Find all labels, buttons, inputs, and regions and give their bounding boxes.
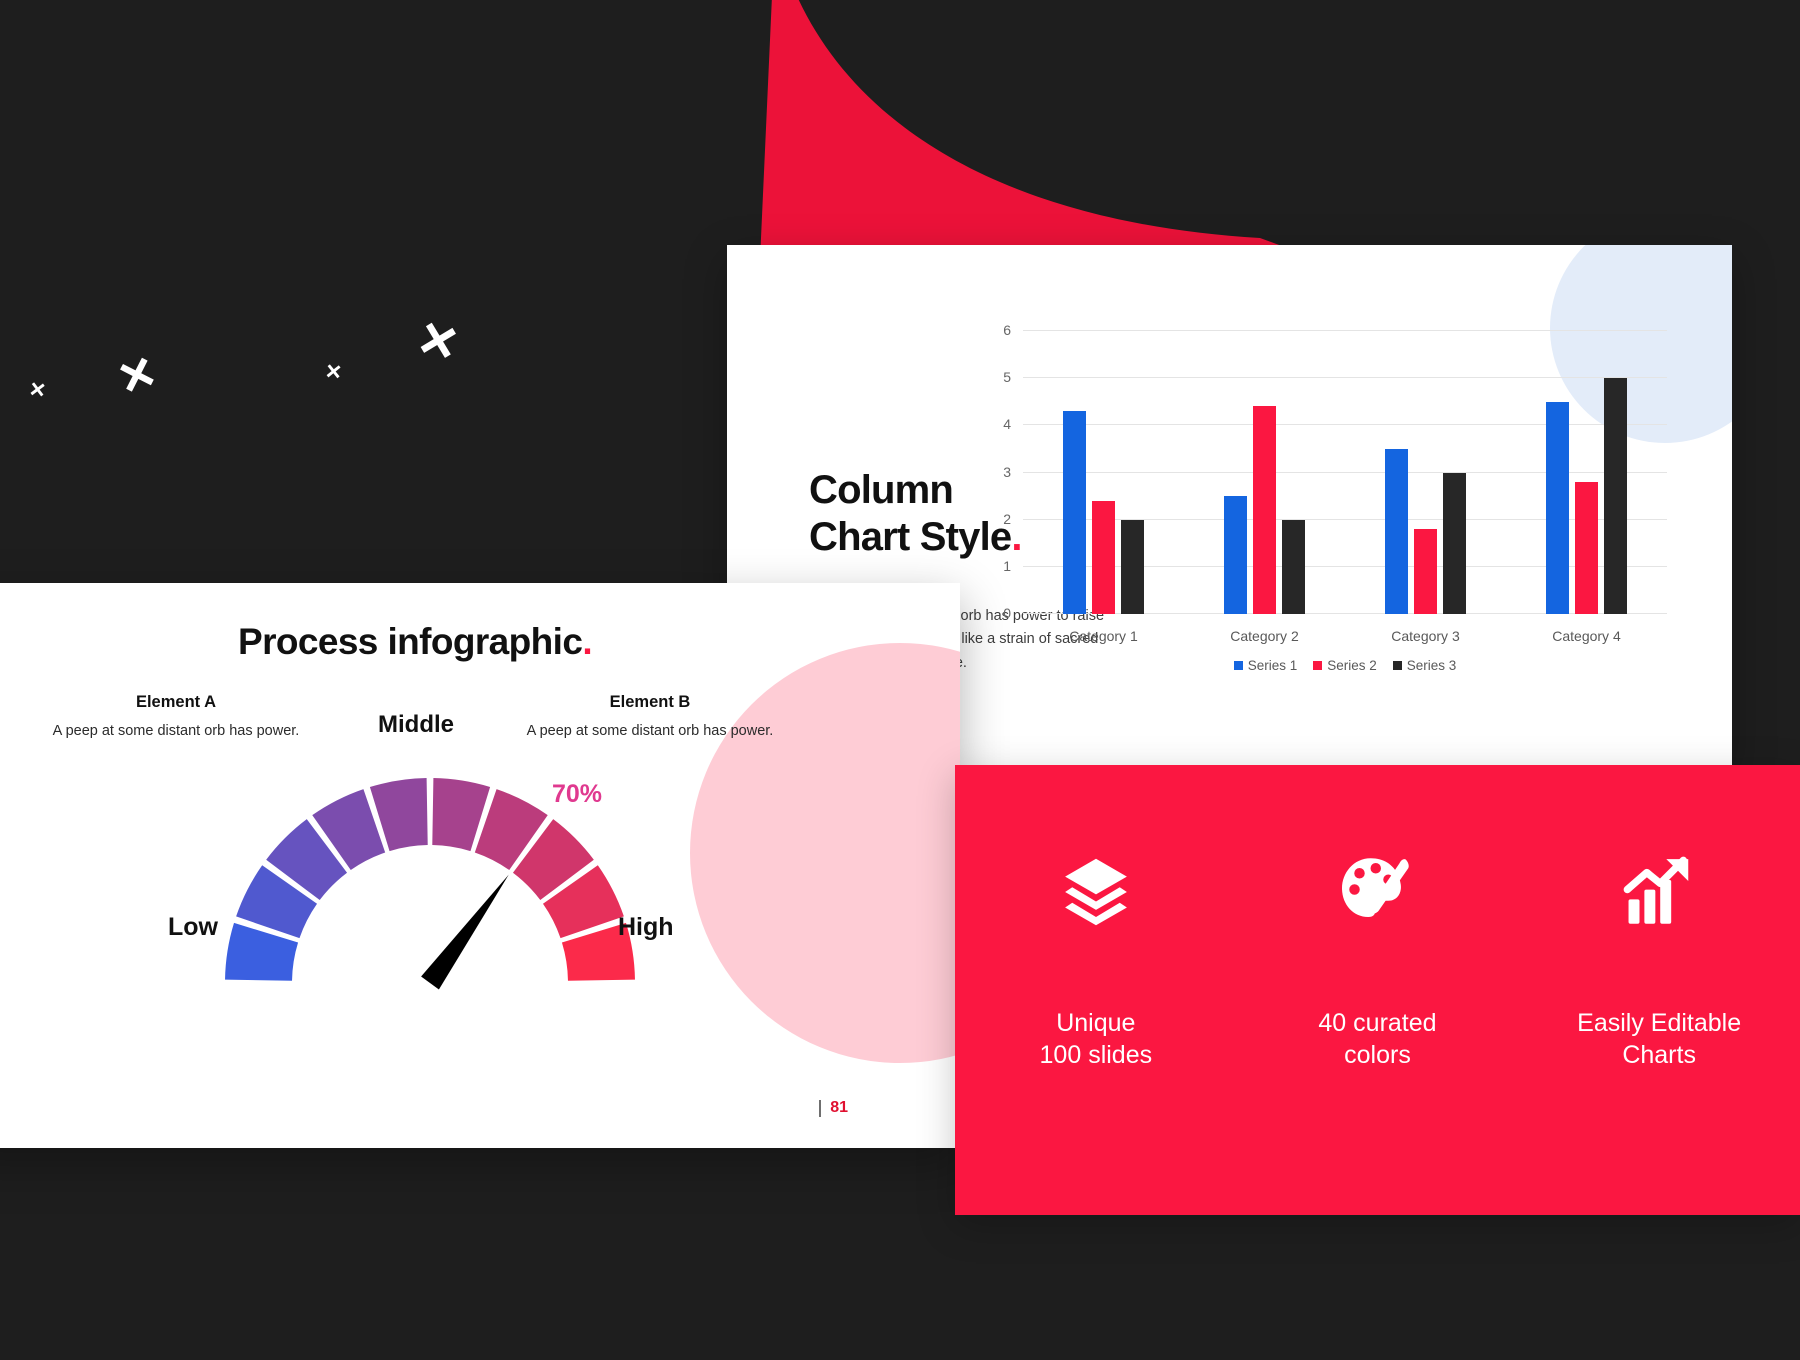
- x-axis-category-label: Category 2: [1230, 628, 1299, 644]
- element-a-block: Element A A peep at some distant orb has…: [26, 693, 326, 739]
- features-panel: Unique 100 slides 40 curated colors Easi…: [955, 765, 1800, 1215]
- x-axis-category-label: Category 4: [1552, 628, 1621, 644]
- legend-swatch: [1392, 661, 1402, 670]
- plot-area: 0 1 2 3 4 5 6 Category 1 Category 2 Category 3 Cat…: [1003, 322, 1667, 644]
- y-axis-tick-label: 1: [1003, 557, 1011, 574]
- chart-title-line1: Column: [809, 468, 954, 512]
- gauge-needle: [421, 874, 509, 990]
- x-axis-category-label: Category 3: [1391, 628, 1460, 644]
- bar-chart: 0 1 2 3 4 5 6 Category 1 Category 2 Category 3 Cat…: [975, 322, 1675, 723]
- bar-series-1: [1385, 448, 1408, 614]
- x-mark-small-1: ×: [27, 373, 48, 405]
- feature-item-editable-charts: Easily Editable Charts: [1534, 837, 1784, 1071]
- legend-label: Series 1: [1247, 658, 1298, 673]
- feature-label-unique-slides: Unique 100 slides: [971, 1007, 1221, 1071]
- bar-series-2: [1414, 529, 1437, 614]
- y-axis-tick-label: 4: [1003, 416, 1011, 433]
- feature-unique-line1: Unique: [1056, 1009, 1136, 1037]
- y-axis-tick-label: 5: [1003, 369, 1011, 386]
- bar-group: Category 4: [1506, 331, 1667, 644]
- x-mark-large-1: ×: [110, 338, 163, 411]
- legend-item: Series 3: [1392, 658, 1457, 673]
- element-b-title: Element B: [609, 693, 691, 711]
- bar-groups: Category 1 Category 2 Category 3 Category 4: [1023, 331, 1667, 644]
- feature-colors-line1: 40 curated: [1318, 1009, 1437, 1037]
- bar-series-2: [1575, 481, 1598, 614]
- process-title-text: Process infographic: [238, 621, 583, 662]
- feature-colors-line2: colors: [1344, 1041, 1411, 1069]
- bar-series-1: [1224, 496, 1247, 614]
- y-axis-tick-label: 0: [1003, 605, 1011, 621]
- feature-item-unique-slides: Unique 100 slides: [971, 837, 1221, 1071]
- red-swoosh-shape: [700, 0, 1600, 260]
- feature-charts-line1: Easily Editable: [1577, 1009, 1742, 1037]
- layers-icon: [971, 837, 1221, 947]
- feature-charts-line2: Charts: [1622, 1041, 1696, 1069]
- process-slide-title: Process infographic.: [238, 621, 593, 663]
- element-b-desc: A peep at some distant orb has power.: [526, 723, 774, 739]
- gauge-label-middle: Middle: [378, 711, 454, 738]
- page-number: 81: [819, 1099, 848, 1117]
- legend-item: Series 2: [1313, 658, 1377, 673]
- gauge-label-low: Low: [168, 913, 218, 941]
- legend-label: Series 3: [1406, 658, 1457, 673]
- x-mark-small-2: ×: [324, 355, 343, 387]
- bar-series-3: [1443, 472, 1466, 614]
- element-b-block: Element B A peep at some distant orb has…: [500, 693, 800, 739]
- y-axis-tick-label: 3: [1003, 463, 1011, 480]
- legend-item: Series 1: [1233, 658, 1298, 673]
- growth-chart-icon: [1534, 837, 1784, 947]
- feature-label-editable-charts: Easily Editable Charts: [1534, 1007, 1784, 1071]
- feature-label-curated-colors: 40 curated colors: [1252, 1007, 1502, 1071]
- y-axis-tick-label: 2: [1003, 510, 1011, 527]
- bar-series-3: [1282, 519, 1305, 614]
- x-mark-large-2: ×: [412, 302, 465, 379]
- y-axis-tick-label: 6: [1003, 322, 1011, 338]
- bar-series-3: [1121, 519, 1144, 614]
- bar-series-1: [1546, 401, 1569, 614]
- bar-group: Category 1: [1023, 331, 1184, 644]
- screenshot-stage: × × × × Column Chart Style. A peep at so…: [0, 0, 1800, 1360]
- palette-icon: [1252, 837, 1502, 947]
- bar-series-2: [1092, 500, 1115, 614]
- gauge-percent-value: 70%: [552, 780, 603, 808]
- feature-unique-line2: 100 slides: [1039, 1041, 1153, 1069]
- gauge-label-high: High: [618, 913, 674, 941]
- legend-swatch: [1233, 661, 1243, 670]
- page-number-value: 81: [830, 1099, 848, 1116]
- bar-series-1: [1063, 411, 1086, 614]
- process-infographic-slide: Process infographic. Element A A peep at…: [0, 583, 960, 1148]
- chart-legend: Series 1 Series 2 Series 3: [1023, 658, 1667, 673]
- element-a-title: Element A: [135, 693, 217, 711]
- process-title-dot: .: [582, 621, 592, 662]
- x-axis-category-label: Category 1: [1069, 628, 1138, 644]
- legend-swatch: [1313, 661, 1323, 670]
- bar-group: Category 3: [1345, 331, 1506, 644]
- legend-label: Series 2: [1327, 658, 1377, 673]
- element-a-desc: A peep at some distant orb has power.: [52, 723, 300, 739]
- feature-item-curated-colors: 40 curated colors: [1252, 837, 1502, 1071]
- bar-group: Category 2: [1184, 331, 1345, 644]
- bar-series-3: [1604, 378, 1627, 614]
- bar-series-2: [1253, 406, 1276, 614]
- page-number-separator: [819, 1099, 822, 1117]
